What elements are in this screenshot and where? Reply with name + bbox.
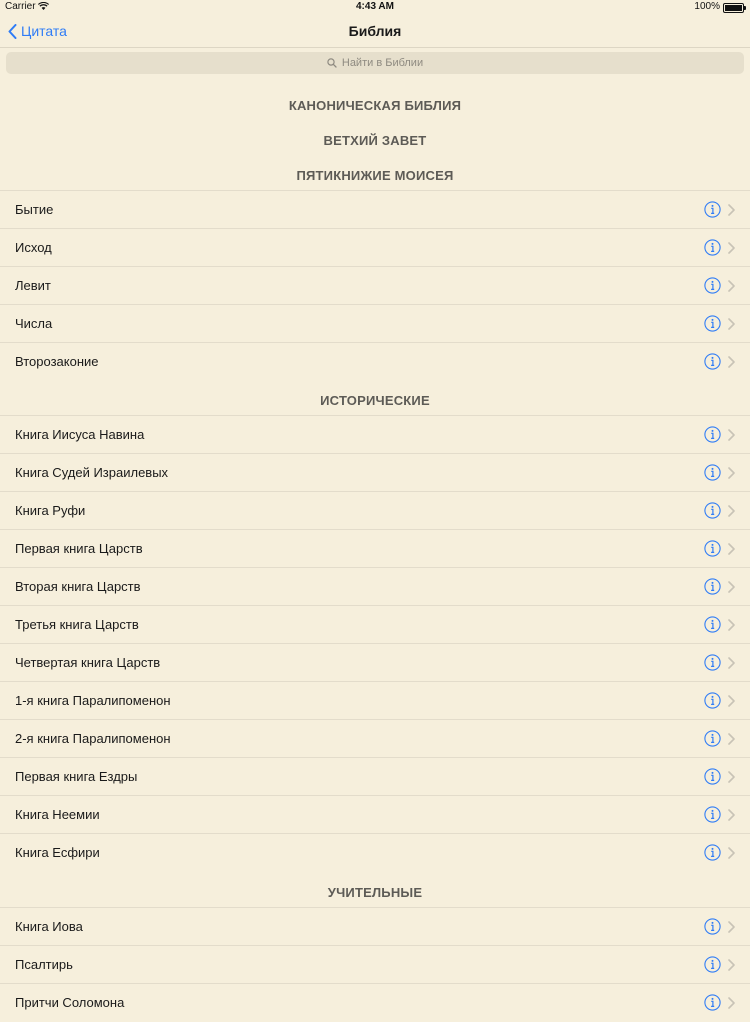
section-header: ПЯТИКНИЖИЕ МОИСЕЯ xyxy=(296,168,454,183)
info-icon[interactable] xyxy=(704,578,721,595)
chevron-right-icon xyxy=(728,543,735,555)
book-row[interactable]: Первая книга Ездры xyxy=(0,757,750,796)
book-title: Исход xyxy=(15,240,52,255)
chevron-right-icon xyxy=(728,921,735,933)
book-title: Книга Руфи xyxy=(15,503,86,518)
book-title: Книга Иова xyxy=(15,919,83,934)
book-title: Бытие xyxy=(15,202,54,217)
info-icon[interactable] xyxy=(704,918,721,935)
book-row[interactable]: Вторая книга Царств xyxy=(0,567,750,606)
search-icon xyxy=(327,58,337,68)
chevron-right-icon xyxy=(728,467,735,479)
chevron-right-icon xyxy=(728,429,735,441)
chevron-right-icon xyxy=(728,695,735,707)
book-row[interactable]: Левит xyxy=(0,266,750,305)
chevron-right-icon xyxy=(728,809,735,821)
book-row[interactable]: Псалтирь xyxy=(0,945,750,984)
book-row[interactable]: Второзаконие xyxy=(0,342,750,381)
book-title: Левит xyxy=(15,278,51,293)
chevron-right-icon xyxy=(728,581,735,593)
book-row[interactable]: Книга Неемии xyxy=(0,795,750,834)
book-title: Первая книга Ездры xyxy=(15,769,138,784)
info-icon[interactable] xyxy=(704,768,721,785)
chevron-right-icon xyxy=(728,356,735,368)
info-icon[interactable] xyxy=(704,239,721,256)
battery-icon xyxy=(723,3,746,13)
book-title: Вторая книга Царств xyxy=(15,579,141,594)
book-row[interactable]: Книга Судей Израилевых xyxy=(0,453,750,492)
page-title: Библия xyxy=(348,23,402,39)
book-row[interactable]: Книга Руфи xyxy=(0,491,750,530)
info-icon[interactable] xyxy=(704,844,721,861)
chevron-right-icon xyxy=(728,657,735,669)
chevron-right-icon xyxy=(728,204,735,216)
book-row[interactable]: Книга Иисуса Навина xyxy=(0,415,750,454)
book-row[interactable]: Исход xyxy=(0,228,750,267)
info-icon[interactable] xyxy=(704,730,721,747)
book-row[interactable]: Бытие xyxy=(0,190,750,229)
book-title: Книга Есфири xyxy=(15,845,100,860)
chevron-right-icon xyxy=(728,318,735,330)
section-header: УЧИТЕЛЬНЫЕ xyxy=(327,885,423,900)
chevron-right-icon xyxy=(728,847,735,859)
book-title: Второзаконие xyxy=(15,354,99,369)
info-icon[interactable] xyxy=(704,464,721,481)
chevron-right-icon xyxy=(728,505,735,517)
chevron-right-icon xyxy=(728,242,735,254)
book-row[interactable]: Числа xyxy=(0,304,750,343)
navigation-bar: Цитата Библия xyxy=(0,14,750,48)
book-title: Четвертая книга Царств xyxy=(15,655,161,670)
search-placeholder: Найти в Библии xyxy=(341,57,424,69)
battery-percentage: 100% xyxy=(694,1,720,12)
info-icon[interactable] xyxy=(704,315,721,332)
status-bar: Carrier 4:43 AM 100% xyxy=(0,0,750,14)
info-icon[interactable] xyxy=(704,956,721,973)
book-row[interactable]: 1-я книга Паралипоменон xyxy=(0,681,750,720)
book-title: 1-я книга Паралипоменон xyxy=(15,693,171,708)
chevron-right-icon xyxy=(728,959,735,971)
old-testament-header: ВЕТХИЙ ЗАВЕТ xyxy=(323,133,427,148)
info-icon[interactable] xyxy=(704,502,721,519)
clock: 4:43 AM xyxy=(356,1,394,12)
book-row[interactable]: Книга Иова xyxy=(0,907,750,946)
book-row[interactable]: 2-я книга Паралипоменон xyxy=(0,719,750,758)
book-row[interactable]: Четвертая книга Царств xyxy=(0,643,750,682)
chevron-right-icon xyxy=(728,280,735,292)
book-title: Первая книга Царств xyxy=(15,541,143,556)
chevron-right-icon xyxy=(728,619,735,631)
info-icon[interactable] xyxy=(704,353,721,370)
book-row[interactable]: Притчи Соломона xyxy=(0,983,750,1022)
book-title: Притчи Соломона xyxy=(15,995,125,1010)
book-row[interactable]: Третья книга Царств xyxy=(0,605,750,644)
info-icon[interactable] xyxy=(704,201,721,218)
chevron-right-icon xyxy=(728,997,735,1009)
book-row[interactable]: Книга Есфири xyxy=(0,833,750,872)
canon-header: КАНОНИЧЕСКАЯ БИБЛИЯ xyxy=(288,98,462,113)
info-icon[interactable] xyxy=(704,692,721,709)
book-title: 2-я книга Паралипоменон xyxy=(15,731,171,746)
chevron-right-icon xyxy=(728,733,735,745)
info-icon[interactable] xyxy=(704,277,721,294)
book-title: Книга Судей Израилевых xyxy=(15,465,169,480)
book-title: Третья книга Царств xyxy=(15,617,139,632)
info-icon[interactable] xyxy=(704,426,721,443)
info-icon[interactable] xyxy=(704,616,721,633)
book-title: Книга Неемии xyxy=(15,807,100,822)
book-title: Псалтирь xyxy=(15,957,73,972)
book-row[interactable]: Первая книга Царств xyxy=(0,529,750,568)
info-icon[interactable] xyxy=(704,994,721,1011)
info-icon[interactable] xyxy=(704,654,721,671)
section-header: ИСТОРИЧЕСКИЕ xyxy=(320,393,430,408)
info-icon[interactable] xyxy=(704,806,721,823)
chevron-right-icon xyxy=(728,771,735,783)
book-title: Книга Иисуса Навина xyxy=(15,427,145,442)
book-title: Числа xyxy=(15,316,53,331)
info-icon[interactable] xyxy=(704,540,721,557)
search-input[interactable]: Найти в Библии xyxy=(6,52,744,74)
